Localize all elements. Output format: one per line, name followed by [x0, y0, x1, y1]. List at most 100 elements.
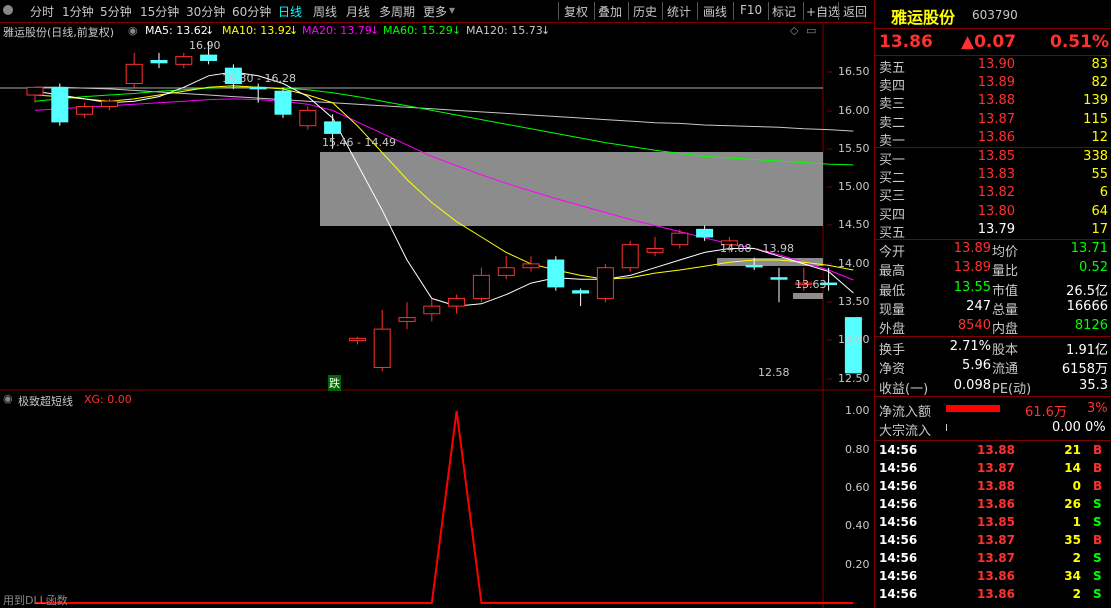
yaxis-tick: 16.50: [838, 65, 870, 78]
high-price-label: 16.90: [189, 39, 221, 52]
candle-body[interactable]: [76, 106, 94, 115]
stat-value: 2.71%: [949, 339, 991, 354]
candle-body[interactable]: [621, 244, 639, 269]
trade-row[interactable]: 14:56 13.86 34 S: [875, 567, 1111, 585]
indicator-yaxis-tick: 0.40: [845, 519, 870, 532]
level-volume: 338: [1083, 149, 1108, 164]
candle-body[interactable]: [398, 317, 416, 322]
trade-volume: 1: [1072, 515, 1081, 529]
candle-body[interactable]: [423, 305, 441, 315]
trade-side: S: [1093, 587, 1102, 601]
candle-body[interactable]: [348, 337, 366, 342]
candle-body[interactable]: [175, 56, 193, 65]
candle-body[interactable]: [770, 277, 788, 280]
indicator-options-icon[interactable]: ◉: [3, 392, 13, 405]
trade-price: 13.85: [977, 515, 1015, 529]
trade-row[interactable]: 14:56 13.86 26 S: [875, 495, 1111, 513]
candle-body[interactable]: [522, 263, 540, 269]
level-price: 13.87: [977, 111, 1015, 127]
quote-panel: 雅运股份 603790 13.86 ▲0.07 0.51% 卖五 13.90 83 卖…: [874, 0, 1111, 608]
trade-row[interactable]: 14:56 13.85 1 S: [875, 513, 1111, 531]
trade-volume: 35: [1064, 533, 1081, 547]
trade-time: 14:56: [879, 515, 918, 529]
level-price: 13.79: [977, 221, 1015, 237]
trade-volume: 21: [1064, 443, 1081, 457]
bid-row[interactable]: 买一 13.85 338: [875, 148, 1111, 168]
level-price: 13.83: [977, 167, 1015, 183]
candle-body[interactable]: [696, 228, 714, 238]
trade-row[interactable]: 14:56 13.87 2 S: [875, 549, 1111, 567]
candle-body[interactable]: [596, 267, 614, 299]
candle-body[interactable]: [547, 259, 565, 288]
trade-volume: 26: [1064, 497, 1081, 511]
stat-value: 16666: [1066, 298, 1108, 314]
candle-body[interactable]: [671, 232, 689, 246]
bid-row[interactable]: 买二 13.83 55: [875, 166, 1111, 186]
candle-body[interactable]: [100, 100, 118, 108]
stat-value: 247: [966, 298, 991, 314]
trade-volume: 2: [1072, 587, 1081, 601]
ask-row[interactable]: 卖四 13.89 82: [875, 74, 1111, 95]
stat-label: PE(动): [992, 381, 1032, 397]
trade-row[interactable]: 14:56 13.88 0 B: [875, 477, 1111, 495]
candle-body[interactable]: [299, 109, 317, 127]
ma120-line: [35, 86, 854, 132]
candle-body[interactable]: [150, 59, 168, 64]
candle-body[interactable]: [472, 274, 490, 299]
candle-body[interactable]: [249, 86, 267, 90]
trade-row[interactable]: 14:56 13.87 35 B: [875, 531, 1111, 549]
trade-side: B: [1093, 443, 1103, 457]
block-inflow-pct: 0%: [1085, 420, 1106, 435]
trade-price: 13.86: [977, 569, 1015, 583]
level-volume: 115: [1083, 111, 1108, 127]
ask-row[interactable]: 卖一 13.86 12: [875, 129, 1111, 149]
gap-zone-1: [320, 152, 823, 226]
trade-side: B: [1093, 461, 1103, 475]
candle-body[interactable]: [497, 267, 515, 276]
candle-body[interactable]: [274, 90, 292, 115]
level-label: 卖四: [879, 79, 906, 95]
level-price: 13.86: [977, 129, 1015, 145]
kline-chart[interactable]: [0, 0, 874, 608]
trade-time: 14:56: [879, 551, 918, 565]
candle-body[interactable]: [745, 264, 763, 268]
candle-body[interactable]: [646, 248, 664, 253]
low-price-label: 12.58: [758, 366, 790, 379]
candle-body[interactable]: [125, 63, 143, 85]
trade-side: S: [1093, 515, 1102, 529]
trade-volume: 2: [1072, 551, 1081, 565]
candle-body[interactable]: [572, 290, 590, 294]
bid-row[interactable]: 买四 13.80 64: [875, 203, 1111, 223]
indicator-yaxis-tick: 0.20: [845, 558, 870, 571]
indicator-xg-value: XG: 0.00: [84, 393, 132, 406]
candle-body[interactable]: [448, 297, 466, 307]
candle-body[interactable]: [373, 328, 391, 368]
stat-value: 8126: [1074, 318, 1108, 334]
stat-cell: 最高 13.89: [879, 259, 991, 280]
ask-row[interactable]: 卖二 13.87 115: [875, 111, 1111, 131]
block-inflow-label: 大宗流入: [879, 424, 932, 439]
yaxis-tick: 15.50: [838, 142, 870, 155]
ask-row[interactable]: 卖五 13.90 83: [875, 56, 1111, 76]
candle-body[interactable]: [51, 86, 69, 123]
stat-value: 13.89: [953, 260, 991, 276]
level-volume: 17: [1091, 221, 1108, 237]
candle-body[interactable]: [324, 121, 342, 134]
level-label: 买一: [879, 153, 906, 168]
trade-row[interactable]: 14:56 13.88 21 B: [875, 441, 1111, 459]
stat-value: 5.96: [962, 358, 991, 374]
trade-row[interactable]: 14:56 13.86 2 S: [875, 585, 1111, 603]
candle-body[interactable]: [200, 54, 218, 61]
indicator-yaxis-tick: 1.00: [845, 404, 870, 417]
bid-row[interactable]: 买五 13.79 17: [875, 221, 1111, 241]
bid-row[interactable]: 买三 13.82 6: [875, 184, 1111, 204]
trade-row[interactable]: 14:56 13.87 14 B: [875, 459, 1111, 477]
range-label-1: 16.30 - 16.28: [222, 72, 296, 85]
trade-price: 13.88: [977, 443, 1015, 457]
stat-cell: 均价 13.71: [992, 240, 1108, 260]
stat-cell: 流通 6158万: [992, 357, 1108, 377]
candle-body[interactable]: [26, 86, 44, 96]
level-volume: 55: [1091, 167, 1108, 183]
ask-row[interactable]: 卖三 13.88 139: [875, 92, 1111, 112]
stat-label: 最高: [879, 264, 906, 280]
